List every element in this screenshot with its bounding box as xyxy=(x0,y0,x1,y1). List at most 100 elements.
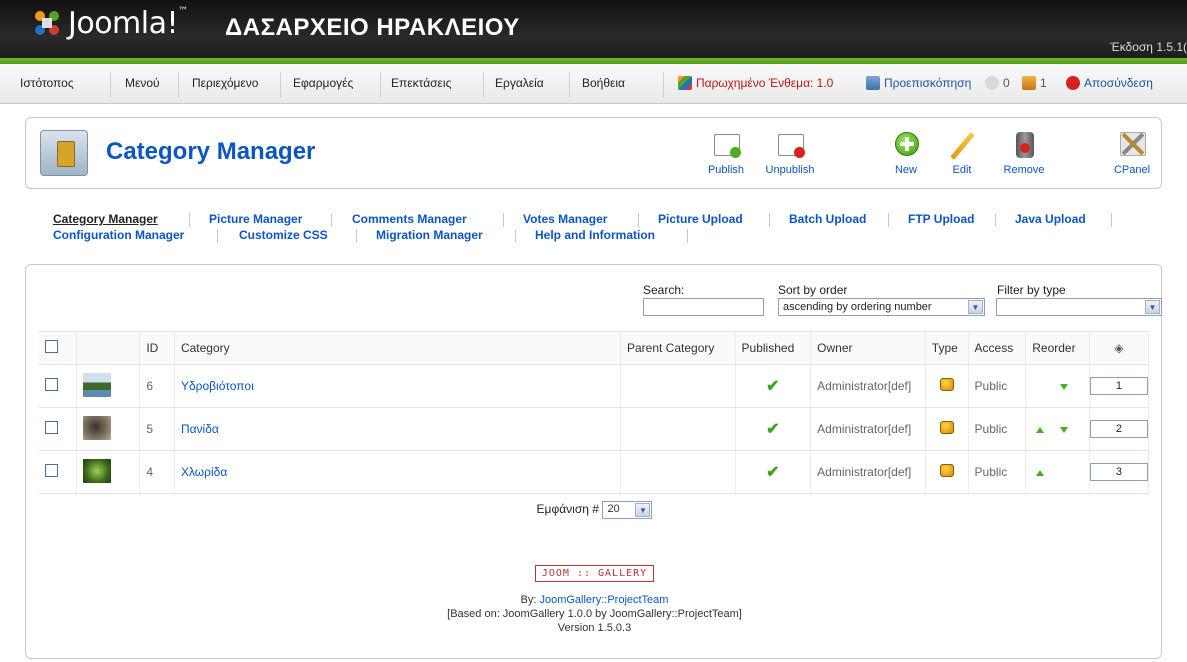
category-thumbnail[interactable] xyxy=(83,458,112,483)
chevron-down-icon: ▼ xyxy=(635,503,651,517)
published-check-icon[interactable]: ✔ xyxy=(766,464,779,481)
submenu-help-information[interactable]: Help and Information xyxy=(535,228,655,242)
order-input[interactable]: 2 xyxy=(1089,420,1148,438)
category-link[interactable]: Χλωρίδα xyxy=(181,465,227,479)
submenu-divider xyxy=(995,213,996,227)
category-thumbnail[interactable] xyxy=(83,415,112,440)
menu-help[interactable]: Βοήθεια xyxy=(582,76,625,90)
menu-divider xyxy=(110,72,111,98)
order-input[interactable]: 3 xyxy=(1089,463,1148,481)
column-header-category[interactable]: Category xyxy=(174,331,621,365)
category-link[interactable]: Υδροβιότοποι xyxy=(181,379,254,393)
submenu-batch-upload[interactable]: Batch Upload xyxy=(789,212,866,226)
row-access[interactable]: Public xyxy=(968,364,1027,408)
column-header-type[interactable]: Type xyxy=(925,331,969,365)
row-type-cell xyxy=(925,364,969,408)
row-checkbox[interactable] xyxy=(45,464,58,477)
submenu-votes-manager[interactable]: Votes Manager xyxy=(523,212,607,226)
users-online[interactable]: 1 xyxy=(1022,76,1047,90)
project-team-link[interactable]: JoomGallery::ProjectTeam xyxy=(539,594,668,606)
column-header-owner[interactable]: Owner xyxy=(810,331,926,365)
row-thumb-cell xyxy=(76,364,141,408)
row-access[interactable]: Public xyxy=(968,450,1027,494)
submenu-picture-manager[interactable]: Picture Manager xyxy=(209,212,302,226)
menu-components[interactable]: Εφαρμογές xyxy=(293,76,353,90)
category-thumbnail[interactable] xyxy=(83,372,112,397)
row-published-cell: ✔ xyxy=(735,450,812,494)
select-all-checkbox[interactable] xyxy=(45,340,58,353)
edit-button[interactable]: Edit xyxy=(932,130,992,186)
save-order-icon[interactable]: ◈ xyxy=(1114,341,1123,355)
row-category-cell: Πανίδα xyxy=(174,407,621,451)
published-check-icon[interactable]: ✔ xyxy=(766,421,779,438)
row-id: 4 xyxy=(139,450,175,494)
row-select-cell xyxy=(39,450,78,494)
thumbnail-header xyxy=(76,331,141,365)
move-up-icon[interactable] xyxy=(1036,470,1045,476)
published-check-icon[interactable]: ✔ xyxy=(766,378,779,395)
order-input[interactable]: 1 xyxy=(1089,377,1148,395)
submenu-customize-css[interactable]: Customize CSS xyxy=(239,228,328,242)
checked-out-status[interactable]: Παρωχημένο Ένθεμα: 1.0 xyxy=(678,76,833,90)
filter-type-label: Filter by type xyxy=(997,283,1066,297)
publish-button[interactable]: Publish xyxy=(696,130,756,186)
submenu-ftp-upload[interactable]: FTP Upload xyxy=(908,212,974,226)
menu-menus[interactable]: Μενού xyxy=(125,76,160,90)
column-header-parent[interactable]: Parent Category xyxy=(620,331,736,365)
menu-divider xyxy=(178,72,179,98)
save-order-header[interactable]: ◈ xyxy=(1089,331,1150,365)
move-up-icon[interactable] xyxy=(1036,427,1045,433)
logout-link[interactable]: Αποσύνδεση xyxy=(1066,76,1153,90)
preview-link[interactable]: Προεπισκόπηση xyxy=(866,76,971,90)
messages-count[interactable]: 0 xyxy=(985,76,1010,90)
menu-divider xyxy=(569,72,570,98)
cpanel-button[interactable]: CPanel xyxy=(1102,130,1162,186)
category-link[interactable]: Πανίδα xyxy=(181,422,219,436)
submenu-category-manager[interactable]: Category Manager xyxy=(53,212,158,226)
submenu-migration-manager[interactable]: Migration Manager xyxy=(376,228,483,242)
row-access[interactable]: Public xyxy=(968,407,1027,451)
move-down-icon[interactable] xyxy=(1060,427,1069,433)
user-category-icon xyxy=(939,464,954,477)
joomgallery-logo[interactable]: JOOM :: GALLERY xyxy=(534,565,655,582)
menu-tools[interactable]: Εργαλεία xyxy=(495,76,544,90)
menu-site[interactable]: Ιστότοπος xyxy=(20,76,74,90)
row-checkbox[interactable] xyxy=(45,378,58,391)
row-owner: Administrator[def] xyxy=(810,450,926,494)
menu-divider xyxy=(280,72,281,98)
menu-divider xyxy=(380,72,381,98)
new-button[interactable]: New xyxy=(876,130,936,186)
pencil-icon xyxy=(946,130,978,160)
admin-header: Joomla!™ ΔΑΣΑΡΧΕΙΟ ΗΡΑΚΛΕΙΟΥ Έκδοση 1.5.… xyxy=(0,0,1187,62)
footer-by-line: By: JoomGallery::ProjectTeam xyxy=(520,594,669,606)
submenu-picture-upload[interactable]: Picture Upload xyxy=(658,212,743,226)
remove-button[interactable]: Remove xyxy=(994,130,1054,186)
menu-content[interactable]: Περιεχόμενο xyxy=(192,76,258,90)
unpublish-button[interactable]: Unpublish xyxy=(760,130,820,186)
row-category-cell: Χλωρίδα xyxy=(174,450,621,494)
submenu-comments-manager[interactable]: Comments Manager xyxy=(352,212,467,226)
menu-extensions[interactable]: Επεκτάσεις xyxy=(391,76,451,90)
row-category-cell: Υδροβιότοποι xyxy=(174,364,621,408)
filter-type-select[interactable]: ▼ xyxy=(996,298,1162,316)
search-input[interactable] xyxy=(643,298,764,316)
user-category-icon xyxy=(939,421,954,434)
column-header-id[interactable]: ID xyxy=(139,331,175,365)
new-icon xyxy=(890,130,922,160)
joomla-small-icon xyxy=(678,76,692,90)
column-header-reorder[interactable]: Reorder xyxy=(1025,331,1090,365)
submenu-java-upload[interactable]: Java Upload xyxy=(1015,212,1086,226)
row-checkbox[interactable] xyxy=(45,421,58,434)
pagination-bar: Εμφάνιση # 20 ▼ xyxy=(26,501,1163,519)
gallery-footer: JOOM :: GALLERY By: JoomGallery::Project… xyxy=(26,565,1163,634)
site-name: ΔΑΣΑΡΧΕΙΟ ΗΡΑΚΛΕΙΟΥ xyxy=(225,14,520,41)
search-label: Search: xyxy=(643,283,685,297)
column-header-access[interactable]: Access xyxy=(968,331,1027,365)
display-limit-select[interactable]: 20 ▼ xyxy=(602,501,653,519)
submenu-configuration-manager[interactable]: Configuration Manager xyxy=(53,228,184,242)
column-header-published[interactable]: Published xyxy=(735,331,812,365)
row-parent xyxy=(620,407,736,451)
sort-select[interactable]: ascending by ordering number ▼ xyxy=(778,298,985,316)
move-down-icon[interactable] xyxy=(1060,384,1069,390)
row-thumb-cell xyxy=(76,407,141,451)
